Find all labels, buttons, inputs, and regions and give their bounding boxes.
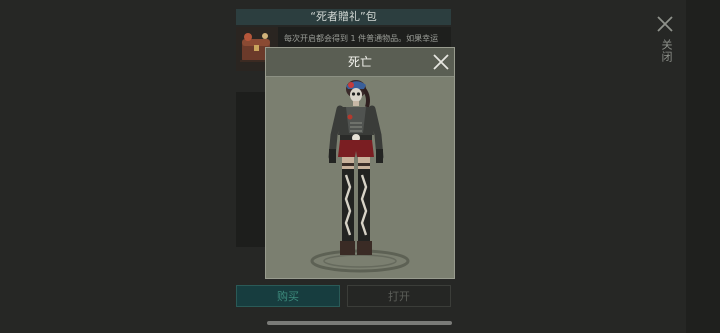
character-preview (310, 80, 410, 273)
screen: “死者贈礼”包 每次开启都会得到 1 件普通物品。如果幸运 死亡 购买 打开 关… (0, 0, 720, 333)
scroll-indicator[interactable] (267, 321, 452, 325)
buy-button[interactable]: 购买 (236, 285, 340, 307)
modal-header: 死亡 (266, 48, 454, 77)
pack-description: 每次开启都会得到 1 件普通物品。如果幸运 (284, 34, 439, 43)
close-icon[interactable] (432, 53, 450, 71)
side-close-label: 关闭 (660, 39, 673, 63)
close-icon (657, 16, 673, 32)
modal-title: 死亡 (347, 55, 372, 69)
modal-preview-area (266, 77, 454, 278)
character-preview-modal: 死亡 (265, 47, 455, 279)
right-edge-strip (686, 0, 720, 333)
pack-content-panel (236, 92, 266, 247)
pack-title: “死者贈礼”包 (236, 9, 451, 25)
open-button[interactable]: 打开 (347, 285, 451, 307)
